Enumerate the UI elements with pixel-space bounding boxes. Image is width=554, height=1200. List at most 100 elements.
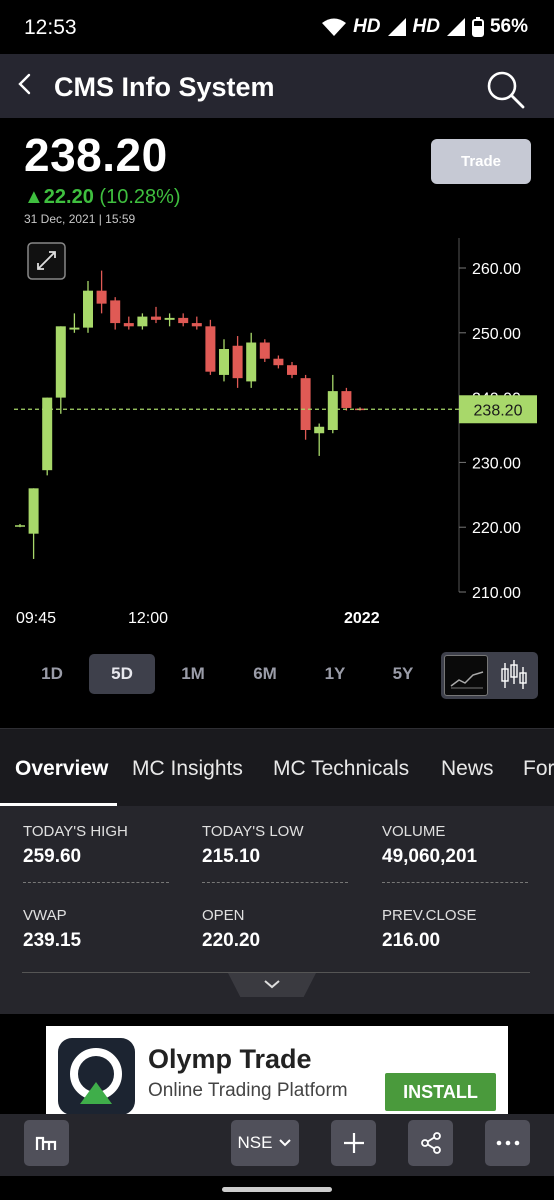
- y-tick-label: 250.00: [472, 326, 521, 343]
- tab-news[interactable]: News: [441, 757, 494, 781]
- status-bar: 12:53 HD HD 56%: [0, 0, 554, 54]
- last-price-tag-label: 238.20: [474, 402, 523, 419]
- candle-body: [42, 397, 53, 471]
- candle-body: [273, 358, 284, 366]
- stat-label-open: OPEN: [202, 907, 245, 924]
- candle-body: [300, 378, 311, 430]
- chevron-down-icon: [264, 980, 280, 989]
- stat-value-high: 259.60: [23, 846, 82, 867]
- stat-value-vwap: 239.15: [23, 930, 82, 951]
- y-tick-label: 210.00: [472, 585, 521, 602]
- range-1m[interactable]: 1M: [160, 654, 226, 694]
- tab-overview[interactable]: Overview: [15, 757, 108, 781]
- change-value: ▲22.20: [24, 186, 94, 208]
- back-arrow-icon[interactable]: [14, 72, 38, 96]
- y-axis-ticks: 260.00250.00240.00230.00220.00210.00: [459, 261, 521, 602]
- candle-body: [151, 316, 161, 320]
- stat-label-vwap: VWAP: [23, 907, 67, 924]
- candle-body: [96, 290, 107, 304]
- stat-label-volume: VOLUME: [382, 823, 446, 840]
- candle-body: [110, 300, 121, 324]
- price-timestamp: 31 Dec, 2021 | 15:59: [24, 212, 136, 226]
- candle-body: [137, 316, 148, 327]
- detail-tabs: Overview MC Insights MC Technicals News …: [0, 728, 554, 807]
- network-label-1: HD: [353, 16, 381, 37]
- candle-body: [219, 349, 229, 375]
- range-6m[interactable]: 6M: [232, 654, 298, 694]
- stat-divider: [202, 882, 348, 883]
- candle-body: [327, 391, 338, 430]
- page-title: CMS Info System: [54, 72, 275, 102]
- more-dots-icon: [496, 1140, 519, 1146]
- ad-banner[interactable]: Olymp Trade Online Trading Platform INST…: [46, 1026, 508, 1115]
- x-label-2022: 2022: [344, 610, 380, 627]
- candle-body: [28, 488, 39, 534]
- range-1d[interactable]: 1D: [19, 654, 85, 694]
- bottom-toolbar: NSE: [0, 1114, 554, 1176]
- candle-body: [287, 365, 297, 375]
- app-bar: CMS Info System: [0, 54, 554, 118]
- range-1y[interactable]: 1Y: [302, 654, 368, 694]
- price-change: ▲22.20 (10.28%): [24, 186, 181, 209]
- chevron-down-icon: [279, 1139, 292, 1147]
- stat-label-prev-close: PREV.CLOSE: [382, 907, 477, 924]
- x-label-0945: 09:45: [16, 610, 56, 627]
- candle-body: [83, 290, 93, 328]
- home-indicator: [222, 1187, 332, 1192]
- change-percent: (10.28%): [99, 186, 181, 208]
- add-button[interactable]: [331, 1120, 376, 1166]
- stat-value-prev-close: 216.00: [382, 930, 441, 951]
- stat-value-open: 220.20: [202, 930, 261, 951]
- exchange-label: NSE: [237, 1133, 273, 1152]
- candle-body: [341, 391, 352, 408]
- signal-icon: [387, 18, 406, 36]
- y-tick-label: 220.00: [472, 520, 521, 537]
- line-chart-icon[interactable]: [444, 655, 488, 696]
- ad-logo: [58, 1038, 135, 1115]
- moneycontrol-logo-button[interactable]: [24, 1120, 69, 1166]
- share-button[interactable]: [408, 1120, 453, 1166]
- ad-subtitle: Online Trading Platform: [148, 1080, 348, 1101]
- signal-icon-2: [446, 18, 465, 36]
- x-label-1200: 12:00: [128, 610, 168, 627]
- battery-percent: 56%: [489, 16, 528, 37]
- y-tick-label: 230.00: [472, 455, 521, 472]
- expand-icon[interactable]: [27, 242, 66, 280]
- moneycontrol-icon: [35, 1136, 56, 1150]
- candle-body: [69, 327, 80, 330]
- price-chart[interactable]: 260.00250.00240.00230.00220.00210.00 238…: [0, 230, 554, 630]
- ad-install-button[interactable]: INSTALL: [385, 1073, 496, 1111]
- candles-group: [15, 270, 365, 559]
- tab-mc-insights[interactable]: MC Insights: [132, 757, 243, 781]
- stat-value-volume: 49,060,201: [382, 846, 478, 867]
- more-button[interactable]: [485, 1120, 530, 1166]
- candle-body: [232, 345, 243, 379]
- candle-body: [314, 426, 325, 434]
- stat-value-low: 215.10: [202, 846, 261, 867]
- range-5y[interactable]: 5Y: [370, 654, 436, 694]
- stats-divider: [22, 972, 530, 973]
- chart-type-toggle: [441, 652, 538, 699]
- tab-mc-technicals[interactable]: MC Technicals: [273, 757, 409, 781]
- candle-body: [15, 525, 25, 527]
- network-label-2: HD: [412, 16, 440, 37]
- trade-button[interactable]: Trade: [431, 139, 531, 184]
- exchange-select[interactable]: NSE: [231, 1120, 299, 1166]
- range-5d[interactable]: 5D: [89, 654, 155, 694]
- status-icons: HD HD 56%: [321, 16, 528, 38]
- plus-icon: [343, 1133, 364, 1153]
- candlestick-chart-icon[interactable]: [494, 655, 534, 696]
- share-icon: [420, 1132, 441, 1154]
- expand-stats-button[interactable]: [228, 973, 316, 997]
- current-price: 238.20: [24, 129, 168, 181]
- search-icon[interactable]: [484, 68, 526, 110]
- wifi-icon: [322, 18, 347, 36]
- tab-forum[interactable]: For: [523, 757, 554, 781]
- stat-divider: [382, 882, 528, 883]
- stat-divider: [23, 882, 169, 883]
- battery-icon: [471, 17, 484, 37]
- candle-body: [123, 323, 134, 327]
- candle-body: [205, 326, 216, 372]
- candle-body: [191, 323, 202, 327]
- stat-label-high: TODAY'S HIGH: [23, 823, 128, 840]
